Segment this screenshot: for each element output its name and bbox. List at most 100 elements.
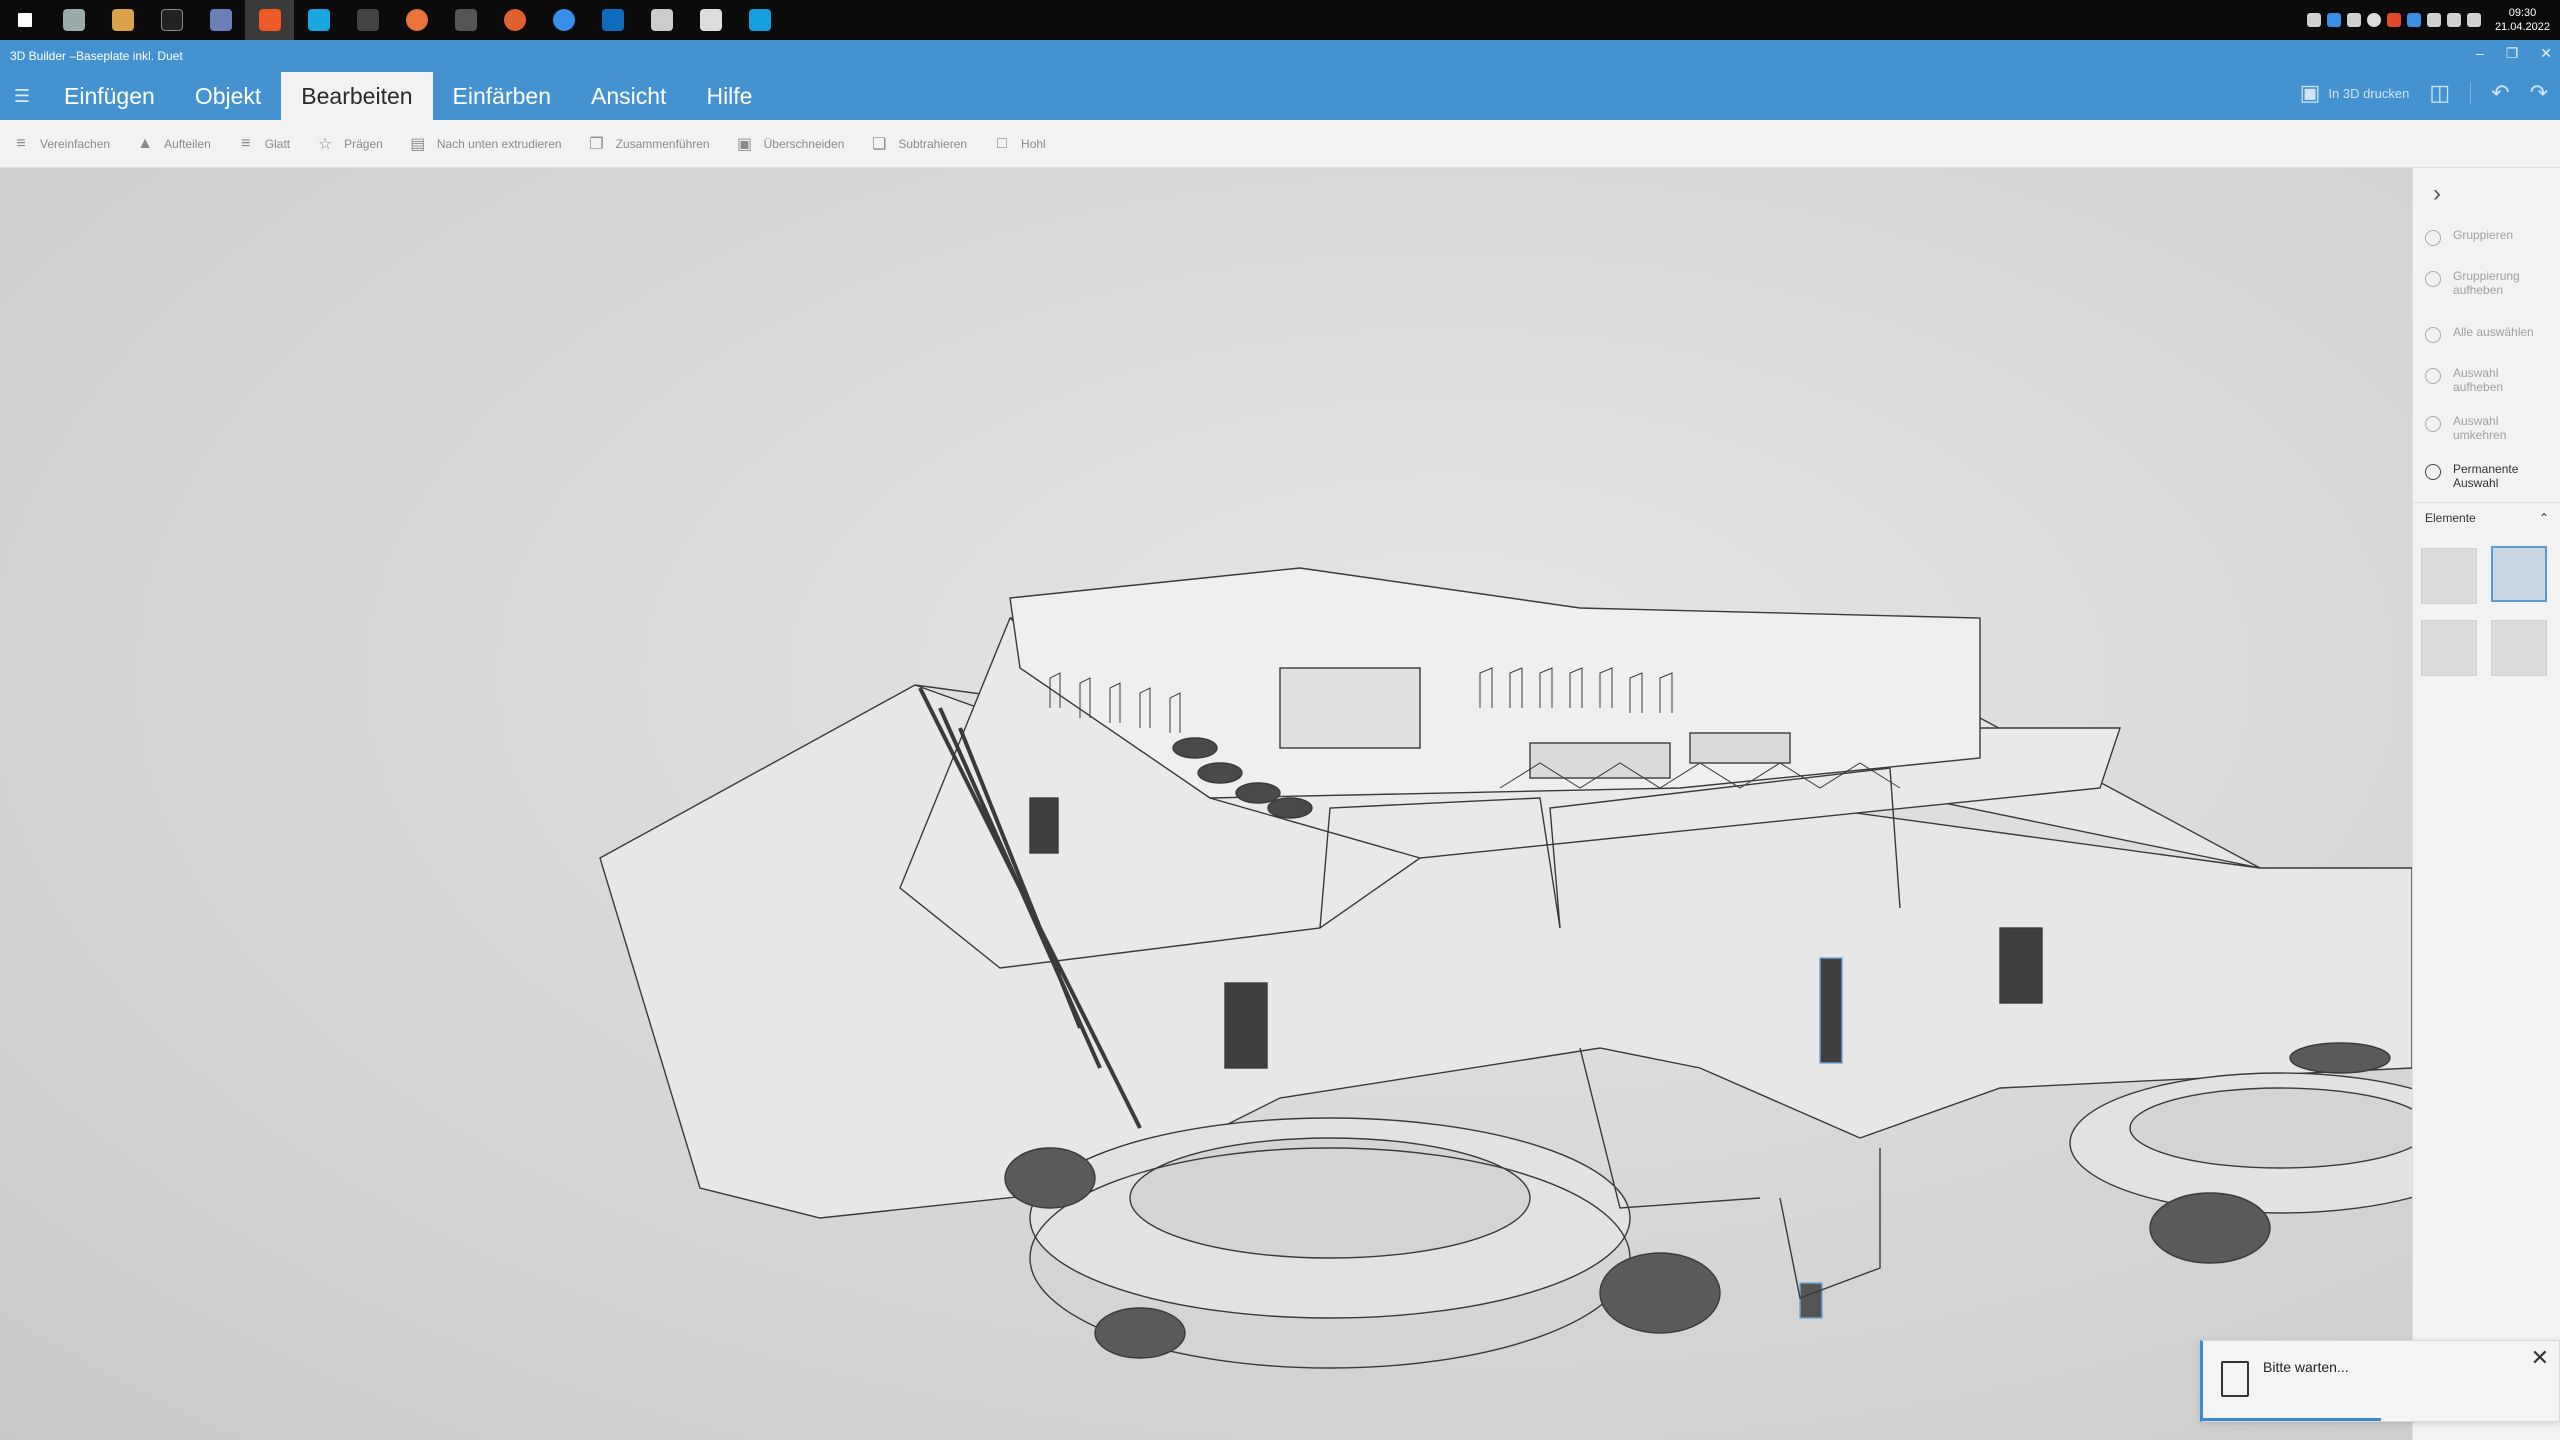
clock-time: 09:30 — [2508, 7, 2537, 19]
subtract-label: Subtrahieren — [898, 136, 968, 151]
menu-row: ☰ Einfügen Objekt Bearbeiten Einfärben A… — [0, 72, 772, 120]
document-icon — [2221, 1361, 2249, 1397]
intersect-label: Überschneiden — [763, 136, 845, 151]
brave-browser-icon[interactable] — [245, 0, 294, 40]
chevron-up-icon[interactable]: ⌃ — [2539, 511, 2549, 525]
window-title: 3D Builder –Baseplate inkl. Duet — [10, 49, 183, 63]
excel-icon[interactable] — [686, 0, 735, 40]
ungroup-button[interactable]: Gruppierung aufheben — [2413, 269, 2560, 297]
toast-progress-bar — [2203, 1418, 2381, 1421]
network-icon[interactable] — [2446, 13, 2461, 27]
undo-icon[interactable]: ↶ — [2491, 80, 2509, 106]
permanent-selection-label: Permanente Auswahl — [2453, 462, 2519, 490]
invert-selection-button[interactable]: Auswahl umkehren — [2413, 414, 2560, 442]
tab-einfaerben[interactable]: Einfärben — [433, 72, 571, 120]
hollow-icon: □ — [997, 134, 1007, 152]
chevron-right-icon[interactable]: › — [2433, 180, 2441, 208]
invert-selection-icon — [2425, 416, 2441, 432]
media-app-icon[interactable] — [343, 0, 392, 40]
tab-einfuegen[interactable]: Einfügen — [44, 72, 175, 120]
subtract-button[interactable]: ❏ Subtrahieren — [870, 135, 967, 153]
terminal-icon[interactable] — [147, 0, 196, 40]
minimize-icon[interactable]: – — [2476, 45, 2484, 62]
group-button[interactable]: Gruppieren — [2413, 228, 2560, 246]
wireframe-model[interactable] — [0, 168, 2412, 1440]
element-thumbnail[interactable] — [2421, 548, 2477, 604]
emboss-button[interactable]: ☆ Prägen — [316, 135, 383, 153]
save-icon[interactable]: ◫ — [2429, 80, 2450, 106]
element-thumbnail[interactable] — [2491, 620, 2547, 676]
app-header: 3D Builder –Baseplate inkl. Duet – ❐ ✕ ☰… — [0, 40, 2560, 120]
edit-toolbar: ≡ Vereinfachen ▲ Aufteilen ≡ Glatt ☆ Prägen … — [0, 120, 2560, 168]
extrude-down-button[interactable]: ▤ Nach unten extrudieren — [409, 135, 562, 153]
tray-app-icon[interactable] — [2386, 13, 2401, 27]
3d-viewport[interactable] — [0, 168, 2412, 1440]
toast-message: Bitte warten... — [2263, 1359, 2349, 1375]
wifi-icon[interactable] — [2426, 13, 2441, 27]
c-app-icon[interactable] — [294, 0, 343, 40]
emboss-star-icon: ☆ — [317, 135, 333, 153]
select-all-icon — [2425, 327, 2441, 343]
elements-header[interactable]: Elemente ⌃ — [2413, 502, 2560, 532]
tab-ansicht[interactable]: Ansicht — [571, 72, 686, 120]
split-icon: ▲ — [137, 134, 153, 152]
restore-icon[interactable]: ❐ — [2506, 45, 2519, 62]
outlook-icon[interactable] — [588, 0, 637, 40]
intersect-button[interactable]: ▣ Überschneiden — [736, 135, 845, 153]
tab-hilfe[interactable]: Hilfe — [686, 72, 772, 120]
deselect-button[interactable]: Auswahl aufheben — [2413, 366, 2560, 394]
grid-app-icon[interactable] — [441, 0, 490, 40]
progress-toast: Bitte warten... ✕ — [2200, 1340, 2560, 1422]
permanent-selection-icon — [2425, 464, 2441, 480]
print-3d-icon: ▣ — [2299, 80, 2321, 105]
merge-icon: ❐ — [589, 135, 604, 153]
n-app-icon[interactable] — [735, 0, 784, 40]
element-thumbnail[interactable] — [2421, 620, 2477, 676]
select-all-button[interactable]: Alle auswählen — [2413, 325, 2560, 343]
header-actions: ▣ In 3D drucken ◫ ↶ ↷ — [2300, 80, 2548, 106]
tray-app2-icon[interactable] — [2406, 13, 2421, 27]
chat-app-icon[interactable] — [539, 0, 588, 40]
tab-objekt[interactable]: Objekt — [175, 72, 281, 120]
element-thumbnail-selected[interactable] — [2491, 546, 2547, 602]
music-app-icon[interactable] — [392, 0, 441, 40]
tab-bearbeiten[interactable]: Bearbeiten — [281, 72, 433, 120]
simplify-button[interactable]: ≡ Vereinfachen — [12, 135, 110, 153]
invert-selection-label: Auswahl umkehren — [2453, 414, 2507, 442]
close-icon[interactable]: ✕ — [2531, 1345, 2549, 1371]
clock[interactable]: 09:30 21.04.2022 — [2495, 6, 2550, 34]
permanent-selection-button[interactable]: Permanente Auswahl — [2413, 462, 2560, 490]
usb-icon[interactable] — [2346, 13, 2361, 27]
steam-icon[interactable] — [2366, 13, 2381, 27]
file-explorer-icon[interactable] — [98, 0, 147, 40]
group-icon — [2425, 230, 2441, 246]
select-all-label: Alle auswählen — [2453, 325, 2534, 339]
bluetooth-icon[interactable] — [2326, 13, 2341, 27]
extrude-down-label: Nach unten extrudieren — [436, 136, 562, 151]
windows-start-icon[interactable] — [0, 0, 49, 40]
app-generic-icon[interactable] — [49, 0, 98, 40]
ungroup-label: Gruppierung aufheben — [2453, 269, 2520, 297]
extrude-down-icon: ▤ — [410, 135, 426, 153]
smooth-label: Glatt — [264, 136, 291, 151]
intersect-icon: ▣ — [737, 135, 753, 153]
system-tray: 09:30 21.04.2022 — [2306, 0, 2560, 40]
merge-button[interactable]: ❐ Zusammenführen — [588, 135, 709, 153]
settings-app-icon[interactable] — [637, 0, 686, 40]
hamburger-menu-icon[interactable]: ☰ — [0, 72, 44, 120]
deselect-icon — [2425, 368, 2441, 384]
split-label: Aufteilen — [164, 136, 211, 151]
redo-icon[interactable]: ↷ — [2530, 80, 2548, 106]
tray-icon[interactable] — [2306, 13, 2321, 27]
save-app-icon[interactable] — [196, 0, 245, 40]
windows-taskbar: 09:30 21.04.2022 — [0, 0, 2560, 40]
smooth-button[interactable]: ≡ Glatt — [237, 135, 290, 153]
right-panel: › Gruppieren Gruppierung aufheben Alle a… — [2412, 168, 2560, 1440]
close-icon[interactable]: ✕ — [2540, 45, 2552, 62]
separator — [2470, 82, 2472, 104]
volume-icon[interactable] — [2466, 13, 2481, 27]
print-3d-button[interactable]: ▣ In 3D drucken — [2300, 80, 2410, 106]
orange-app-icon[interactable] — [490, 0, 539, 40]
hollow-button[interactable]: □ Hohl — [993, 135, 1046, 153]
split-button[interactable]: ▲ Aufteilen — [136, 135, 211, 153]
